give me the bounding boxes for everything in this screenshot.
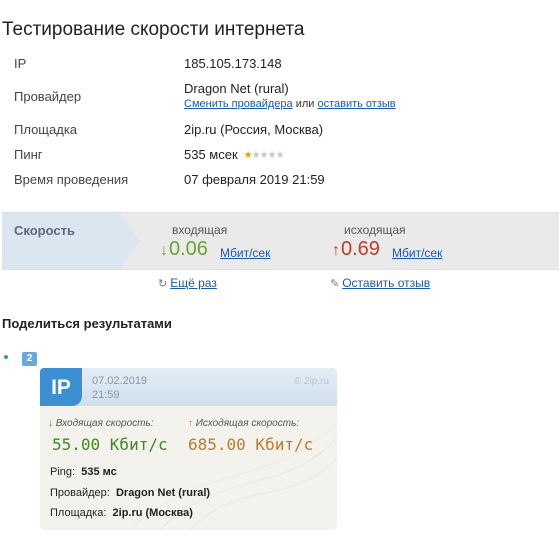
star-icon: ★: [243, 150, 253, 161]
share-title: Поделиться результатами: [2, 316, 172, 331]
speed-label-background: [2, 213, 140, 269]
star-icon: ★: [267, 150, 277, 161]
leave-review-link[interactable]: оставить отзыв: [317, 98, 395, 110]
card-incoming-title: ↓ Входящая скорость:: [48, 418, 154, 429]
site-value: 2ip.ru (Россия, Москва): [184, 122, 324, 137]
outgoing-title: исходящая: [344, 223, 406, 237]
ping-label: Пинг: [14, 147, 43, 162]
provider-actions: Сменить провайдера или оставить отзыв: [184, 98, 396, 110]
card-outgoing-value: 685.00 Кбит/с: [188, 435, 314, 454]
up-arrow-icon: ↑: [188, 418, 193, 429]
ping-row: 535 мсек ★★★★★: [184, 147, 285, 162]
incoming-speed: ↓0.06: [160, 238, 208, 261]
card-site-value: 2ip.ru (Москва): [112, 507, 193, 519]
refresh-icon: ↻: [158, 278, 168, 290]
leave-review-link-2[interactable]: Оставить отзыв: [342, 276, 430, 290]
provider-value: Dragon Net (rural): [184, 81, 289, 96]
star-icon: ★: [251, 150, 261, 161]
ip-value: 185.105.173.148: [184, 56, 282, 71]
outgoing-speed-value: 0.69: [341, 238, 380, 260]
speed-label-box: Скорость: [2, 213, 142, 269]
card-provider-label: Провайдер:: [50, 487, 110, 499]
card-outgoing-title: ↑ Исходящая скорость:: [188, 418, 299, 429]
star-icon: ★: [275, 150, 285, 161]
page-title: Тестирование скорости интернета: [2, 19, 305, 40]
incoming-title: входящая: [172, 223, 228, 237]
ip-logo: IP: [40, 368, 82, 406]
incoming-unit-link[interactable]: Мбит/сек: [220, 246, 270, 260]
share-mini-icon[interactable]: 2: [22, 352, 37, 366]
card-time: 21:59: [92, 389, 120, 401]
ip-label: IP: [14, 56, 27, 71]
card-incoming-value: 55.00 Кбит/с: [52, 435, 168, 454]
card-date: 07.02.2019: [92, 375, 148, 387]
ping-value: 535 мсек: [184, 147, 238, 162]
change-provider-link[interactable]: Сменить провайдера: [184, 98, 293, 110]
incoming-speed-value: 0.06: [169, 238, 208, 260]
card-header: IP 07.02.2019 21:59 © 2ip.ru: [40, 368, 337, 406]
result-card[interactable]: IP 07.02.2019 21:59 © 2ip.ru ↓ Входящая …: [40, 368, 337, 530]
card-site-label: Площадка:: [50, 507, 107, 519]
card-ping-row: Ping: 535 мс: [50, 466, 117, 478]
card-incoming-label: Входящая скорость:: [55, 418, 154, 429]
site-label: Площадка: [14, 122, 78, 137]
speed-label: Скорость: [14, 223, 75, 238]
outgoing-unit-link[interactable]: Мбит/сек: [392, 246, 442, 260]
card-provider-row: Провайдер: Dragon Net (rural): [50, 487, 210, 499]
pencil-icon: ✎: [330, 278, 340, 290]
card-outgoing-label: Исходящая скорость:: [195, 418, 300, 429]
time-value: 07 февраля 2019 21:59: [184, 172, 325, 187]
up-arrow-icon: ↑: [332, 242, 340, 259]
speed-bar: Скорость входящая ↓0.06 Мбит/сек исходящ…: [2, 212, 559, 270]
or-text: или: [295, 98, 315, 110]
ping-rating-stars: ★★★★★: [243, 150, 285, 161]
outgoing-speed: ↑0.69: [332, 238, 380, 261]
review-action[interactable]: ✎ Оставить отзыв: [330, 276, 430, 290]
retry-action[interactable]: ↻ Ещё раз: [158, 276, 217, 290]
card-provider-value: Dragon Net (rural): [115, 487, 211, 499]
star-icon: ★: [259, 150, 269, 161]
bullet-dot: [4, 355, 8, 359]
provider-label: Провайдер: [14, 89, 82, 104]
time-label: Время проведения: [14, 172, 129, 187]
retry-link[interactable]: Ещё раз: [170, 276, 217, 290]
card-site: © 2ip.ru: [293, 376, 329, 387]
down-arrow-icon: ↓: [48, 418, 53, 429]
card-ping-value: 535 мс: [81, 466, 117, 478]
card-site-row: Площадка: 2ip.ru (Москва): [50, 507, 193, 519]
down-arrow-icon: ↓: [160, 242, 168, 259]
card-ping-label: Ping:: [50, 466, 76, 478]
